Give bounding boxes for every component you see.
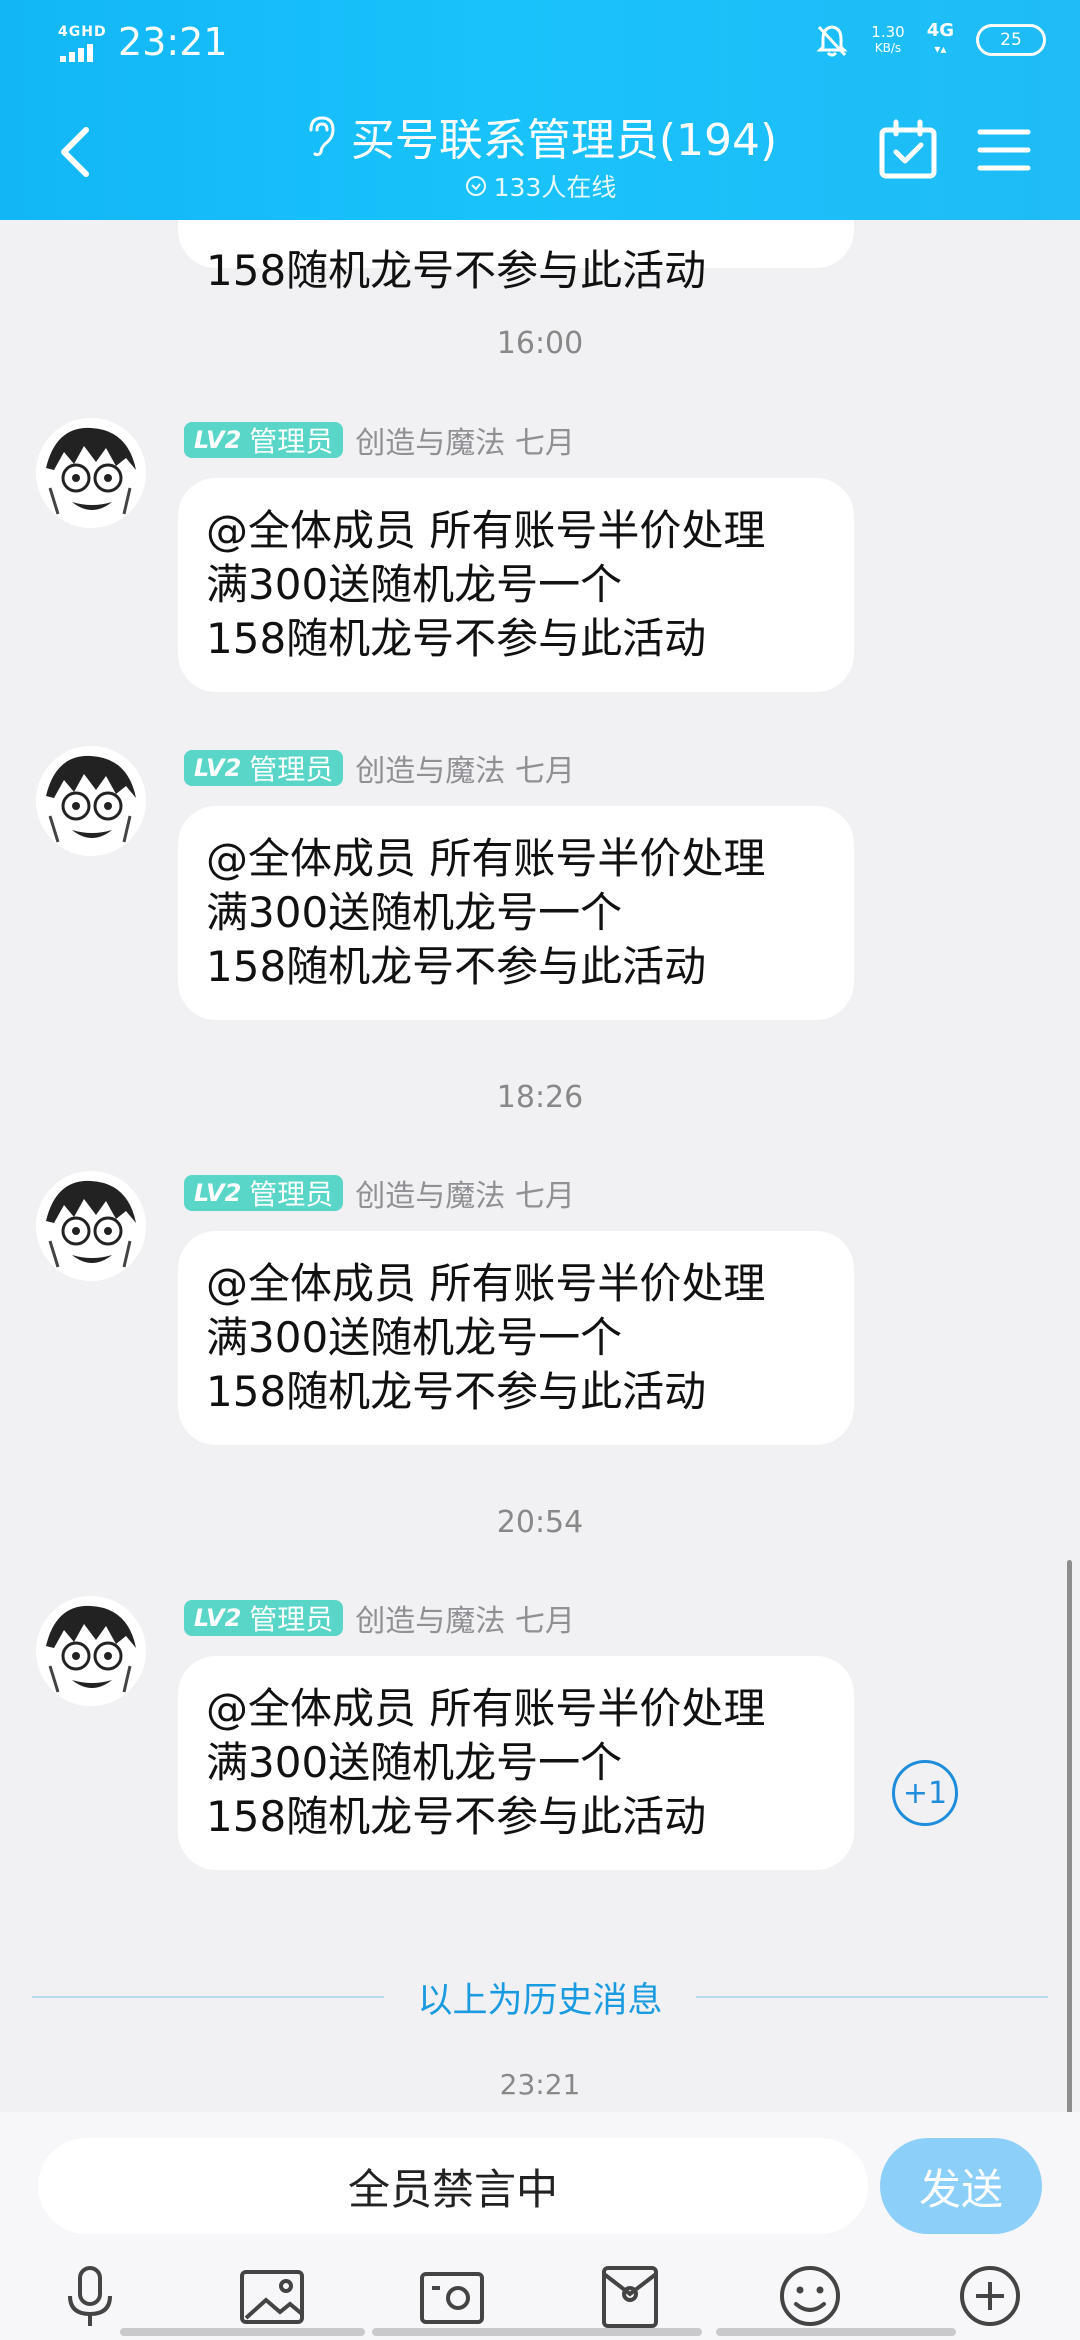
avatar[interactable]: [36, 418, 146, 528]
input-area: 全员禁言中 发送: [0, 2112, 1080, 2340]
avatar[interactable]: [36, 1171, 146, 1281]
gesture-bar: [120, 2328, 365, 2336]
sender-meta: LV2 管理员 创造与魔法 七月: [184, 1596, 575, 1640]
level-label: LV2: [194, 754, 242, 782]
plus-one-button[interactable]: +1: [892, 1760, 958, 1826]
status-bar: 4GHD 23:21 1.30 KB/s 4G ▾▴ 25: [0, 0, 1080, 86]
message-input[interactable]: 全员禁言中: [38, 2138, 868, 2234]
microphone-icon[interactable]: [54, 2260, 126, 2332]
scrollbar[interactable]: [1067, 1560, 1072, 2120]
message-bubble[interactable]: @全体成员 所有账号半价处理 满300送随机龙号一个 158随机龙号不参与此活动: [178, 806, 854, 1020]
speed-unit: KB/s: [874, 41, 902, 55]
camera-icon[interactable]: [416, 2260, 488, 2332]
sender-meta: LV2 管理员 创造与魔法 七月: [184, 746, 575, 790]
group-title: 买号联系管理员(194): [350, 115, 778, 166]
image-icon[interactable]: [236, 2260, 308, 2332]
avatar[interactable]: [36, 746, 146, 856]
send-button[interactable]: 发送: [880, 2138, 1042, 2234]
level-label: LV2: [194, 1179, 242, 1207]
sender-name[interactable]: 创造与魔法 七月: [355, 746, 575, 790]
online-label: 133人在线: [493, 173, 617, 202]
cell-indicator: 4G ▾▴: [927, 22, 954, 58]
role-label: 管理员: [249, 753, 334, 786]
message-text: 158随机龙号不参与此活动: [206, 246, 707, 295]
history-divider: 以上为历史消息: [32, 1970, 1048, 2022]
sender-meta: LV2 管理员 创造与魔法 七月: [184, 418, 575, 462]
battery-icon: 25: [976, 24, 1046, 56]
sender-name[interactable]: 创造与魔法 七月: [355, 418, 575, 462]
timestamp: 16:00: [496, 326, 584, 361]
calendar-check-icon[interactable]: [878, 118, 938, 180]
sender-name[interactable]: 创造与魔法 七月: [355, 1171, 575, 1215]
menu-icon[interactable]: [976, 126, 1032, 174]
message-bubble[interactable]: @全体成员 所有账号半价处理 满300送随机龙号一个 158随机龙号不参与此活动: [178, 1656, 854, 1870]
sender-name[interactable]: 创造与魔法 七月: [355, 1596, 575, 1640]
chat-area[interactable]: 158随机龙号不参与此活动 16:00 LV2 管理员 创造与魔法 七月 @全体…: [0, 0, 1080, 2120]
red-packet-icon[interactable]: [594, 2260, 666, 2332]
network-indicator: 4GHD: [58, 24, 108, 62]
emoji-icon[interactable]: [774, 2260, 846, 2332]
battery-level: 25: [1000, 30, 1022, 50]
timestamp: 23:21: [499, 2068, 581, 2101]
status-time: 23:21: [118, 20, 228, 64]
mute-notice: 全员禁言中: [347, 2164, 558, 2214]
avatar[interactable]: [36, 1596, 146, 1706]
mute-bell-icon: [816, 25, 848, 57]
signal-icon: [60, 44, 93, 62]
level-label: LV2: [194, 426, 242, 454]
role-label: 管理员: [249, 1178, 334, 1211]
plus-icon[interactable]: [954, 2260, 1026, 2332]
cell-label: 4G: [926, 20, 954, 41]
timestamp: 18:26: [496, 1080, 584, 1115]
sender-meta: LV2 管理员 创造与魔法 七月: [184, 1171, 575, 1215]
role-label: 管理员: [249, 1603, 334, 1636]
network-speed: 1.30 KB/s: [871, 24, 904, 56]
status-icons: 1.30 KB/s 4G ▾▴ 25: [815, 22, 1046, 58]
ear-icon: [309, 116, 335, 157]
admin-badge: LV2 管理员: [184, 422, 344, 458]
header: 4GHD 23:21 1.30 KB/s 4G ▾▴ 25 买号联系管理员(19…: [0, 0, 1080, 220]
speed-value: 1.30: [871, 23, 905, 41]
admin-badge: LV2 管理员: [184, 1175, 344, 1211]
data-arrows-icon: ▾▴: [934, 42, 947, 56]
input-toolbar: [0, 2260, 1080, 2330]
gesture-bar: [372, 2328, 702, 2336]
level-label: LV2: [194, 1604, 242, 1632]
online-check-icon: [465, 176, 486, 196]
message-bubble[interactable]: @全体成员 所有账号半价处理 满300送随机龙号一个 158随机龙号不参与此活动: [178, 1231, 854, 1445]
gesture-bar: [716, 2328, 956, 2336]
network-label: 4GHD: [58, 24, 107, 40]
admin-badge: LV2 管理员: [184, 1600, 344, 1636]
timestamp: 20:54: [496, 1505, 584, 1540]
admin-badge: LV2 管理员: [184, 750, 344, 786]
message-bubble[interactable]: @全体成员 所有账号半价处理 满300送随机龙号一个 158随机龙号不参与此活动: [178, 478, 854, 692]
role-label: 管理员: [249, 425, 334, 458]
